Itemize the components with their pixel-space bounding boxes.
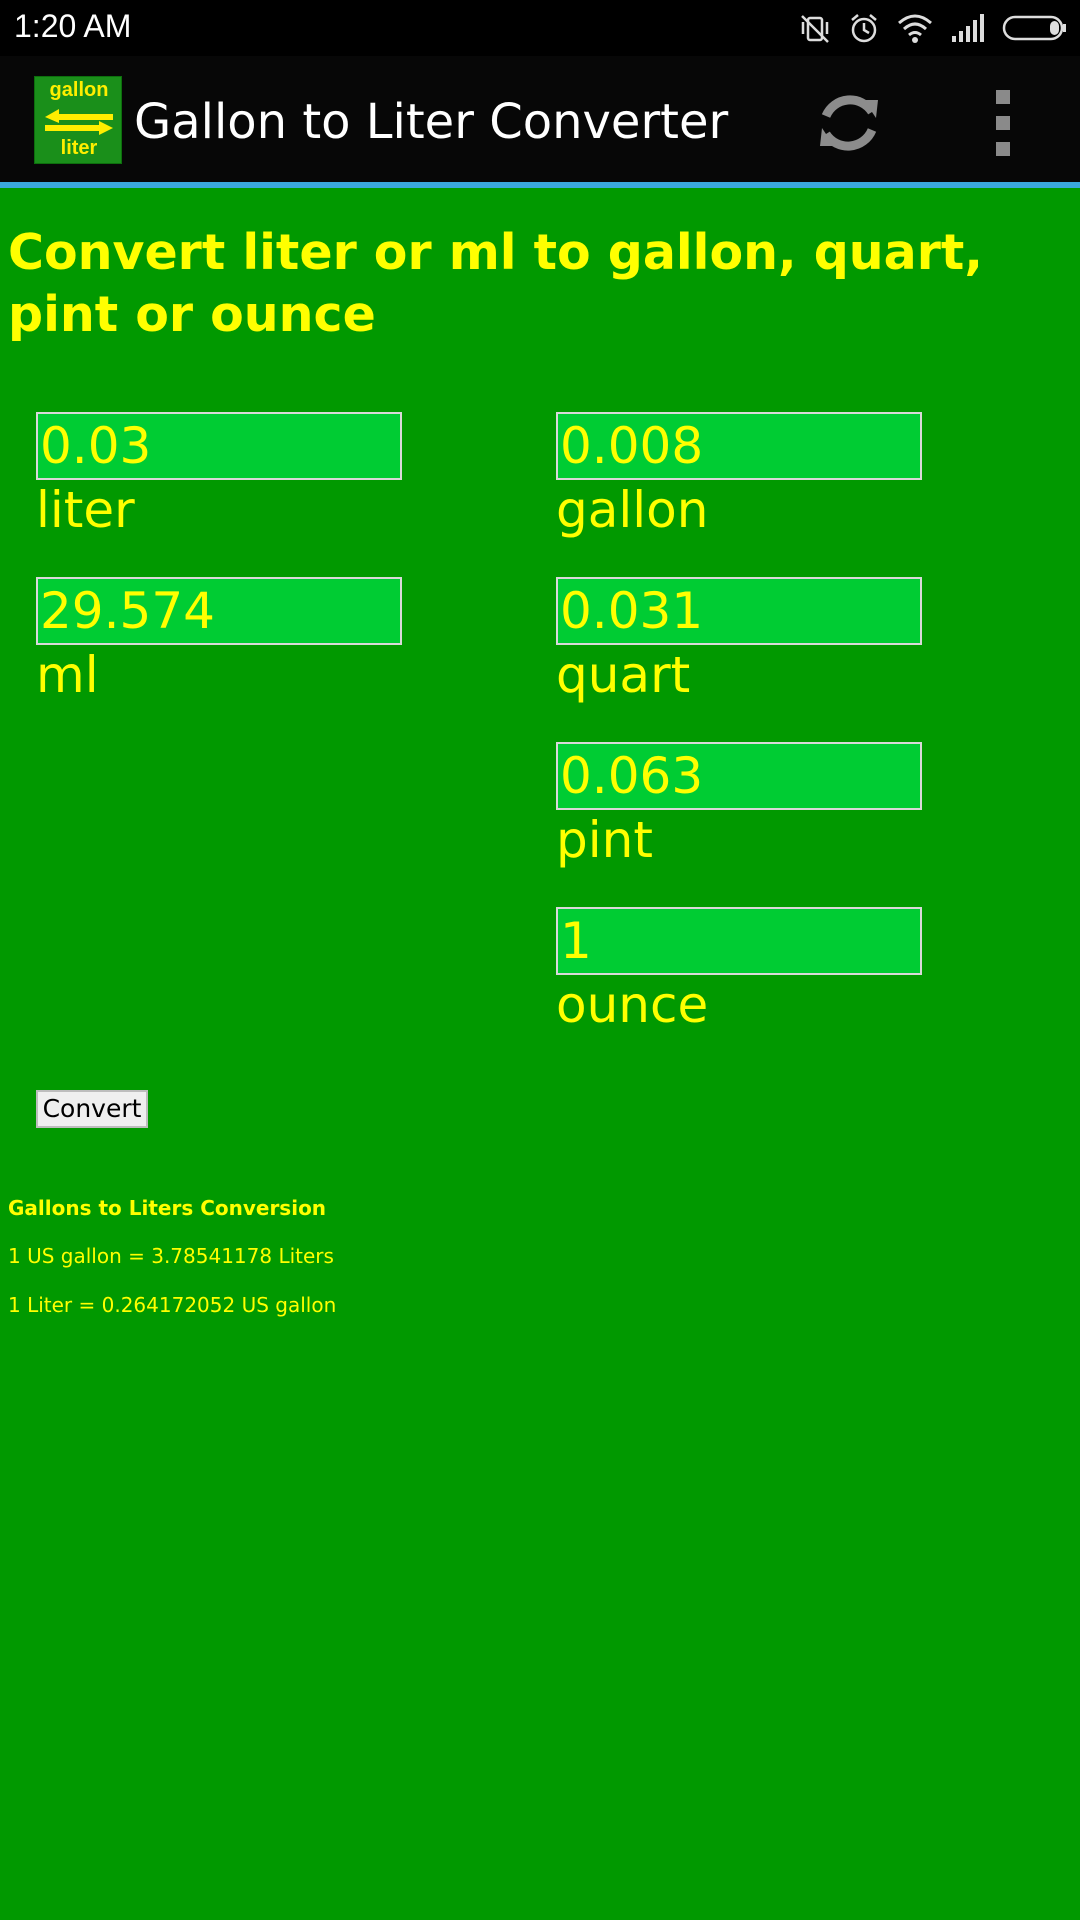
pint-label: pint xyxy=(556,811,653,869)
swap-arrows-icon xyxy=(45,109,113,135)
alarm-icon xyxy=(851,14,877,43)
wifi-icon xyxy=(898,14,932,43)
ml-input[interactable] xyxy=(36,577,402,645)
info-line-gallon-to-liter: 1 US gallon = 3.78541178 Liters xyxy=(8,1244,334,1268)
page-heading: Convert liter or ml to gallon, quart, pi… xyxy=(8,224,983,343)
liter-label: liter xyxy=(36,481,135,539)
convert-button[interactable]: Convert xyxy=(36,1090,148,1128)
overflow-menu-icon xyxy=(996,90,1010,104)
quart-label: quart xyxy=(556,646,691,704)
status-bar: 1:20 AM xyxy=(0,0,1080,56)
app-bar-divider xyxy=(0,182,1080,188)
ounce-label: ounce xyxy=(556,976,709,1034)
ounce-input[interactable] xyxy=(556,907,922,975)
app-logo-bottom-text: liter xyxy=(60,137,98,159)
gallon-label: gallon xyxy=(556,481,709,539)
app-logo: gallon liter xyxy=(34,76,122,164)
refresh-icon xyxy=(820,95,878,151)
refresh-button[interactable] xyxy=(812,86,886,160)
status-icons xyxy=(798,10,1068,46)
quart-input[interactable] xyxy=(556,577,922,645)
app-title: Gallon to Liter Converter xyxy=(134,94,729,150)
info-line-liter-to-gallon: 1 Liter = 0.264172052 US gallon xyxy=(8,1293,337,1317)
app-logo-top-text: gallon xyxy=(49,79,109,101)
vibrate-off-icon xyxy=(801,15,829,43)
pint-input[interactable] xyxy=(556,742,922,810)
status-time: 1:20 AM xyxy=(14,8,132,44)
signal-icon xyxy=(952,14,984,42)
info-title: Gallons to Liters Conversion xyxy=(8,1196,327,1220)
ml-label: ml xyxy=(36,646,99,704)
battery-icon xyxy=(1002,15,1066,41)
gallon-input[interactable] xyxy=(556,412,922,480)
overflow-menu-button[interactable] xyxy=(988,90,1018,160)
liter-input[interactable] xyxy=(36,412,402,480)
